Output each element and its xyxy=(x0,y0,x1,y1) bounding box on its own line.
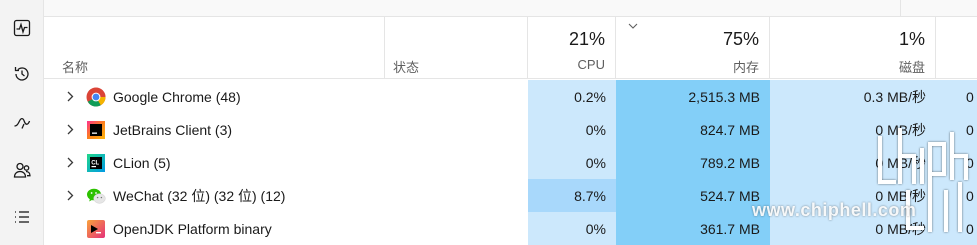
chiphell-logo xyxy=(878,128,968,232)
chrome-icon xyxy=(86,87,106,107)
memory-total-percent: 75% xyxy=(722,29,759,49)
users-icon xyxy=(13,162,31,178)
status-cell xyxy=(385,80,528,113)
toolbar-strip xyxy=(44,0,977,17)
process-name-cell: JetBrains Client (3) xyxy=(44,113,385,146)
disk-column-label: 磁盘 xyxy=(898,60,925,75)
expand-chevron-icon[interactable] xyxy=(64,124,76,136)
cpu-cell: 0% xyxy=(528,146,616,179)
sidebar xyxy=(0,0,44,245)
cpu-total-percent: 21% xyxy=(568,29,605,49)
nav-details-button[interactable] xyxy=(0,199,44,235)
status-cell xyxy=(385,179,528,212)
memory-column-header[interactable]: 75% 内存 xyxy=(616,17,770,79)
app-history-icon xyxy=(14,67,29,81)
cpu-cell: 0.2% xyxy=(528,80,616,113)
memory-cell: 361.7 MB xyxy=(616,212,770,245)
nav-app-history-button[interactable] xyxy=(0,56,44,92)
startup-apps-icon xyxy=(14,117,31,129)
process-name-cell: OpenJDK Platform binary xyxy=(44,212,385,245)
disk-cell: 0.3 MB/秒 xyxy=(770,80,936,113)
nav-users-button[interactable] xyxy=(0,152,44,188)
process-name-cell: WeChat (32 位) (32 位) (12) xyxy=(44,179,385,212)
expand-chevron-icon[interactable] xyxy=(64,190,76,202)
table-row[interactable]: CL CLion (5) 0% 789.2 MB 0 MB/秒 0 xyxy=(44,146,977,179)
wechat-icon xyxy=(86,186,106,206)
memory-cell: 2,515.3 MB xyxy=(616,80,770,113)
cpu-column-header[interactable]: 21% CPU xyxy=(528,17,616,79)
status-cell xyxy=(385,212,528,245)
column-header: 名称 状态 21% CPU 75% 内存 1% 磁盘 xyxy=(44,17,977,79)
process-name: CLion (5) xyxy=(113,154,171,171)
no-expand-spacer xyxy=(64,223,76,235)
process-name-cell: CL CLion (5) xyxy=(44,146,385,179)
sort-descending-icon xyxy=(628,23,638,29)
details-icon xyxy=(15,211,29,223)
watermark-text: www.chiphell.com xyxy=(752,200,917,220)
nav-performance-button[interactable] xyxy=(0,10,44,46)
disk-column-header[interactable]: 1% 磁盘 xyxy=(770,17,936,79)
clion-icon: CL xyxy=(86,153,106,173)
openjdk-icon xyxy=(86,219,106,239)
cpu-column-label: CPU xyxy=(577,57,605,72)
expand-chevron-icon[interactable] xyxy=(64,91,76,103)
memory-cell: 524.7 MB xyxy=(616,179,770,212)
status-column-label: 状态 xyxy=(393,60,420,75)
toolbar-divider xyxy=(900,0,901,17)
disk-total-percent: 1% xyxy=(898,29,925,49)
cpu-cell: 0% xyxy=(528,212,616,245)
process-name: OpenJDK Platform binary xyxy=(113,220,272,237)
status-cell xyxy=(385,113,528,146)
status-column-header[interactable]: 状态 xyxy=(385,17,528,79)
network-cell: 0 xyxy=(936,80,977,113)
cpu-cell: 8.7% xyxy=(528,179,616,212)
nav-startup-button[interactable] xyxy=(0,104,44,140)
memory-cell: 824.7 MB xyxy=(616,113,770,146)
name-column-header[interactable]: 名称 xyxy=(44,17,385,79)
performance-icon xyxy=(13,19,31,37)
jetbrains-client-icon xyxy=(86,120,106,140)
cpu-cell: 0% xyxy=(528,113,616,146)
status-cell xyxy=(385,146,528,179)
table-row[interactable]: Google Chrome (48) 0.2% 2,515.3 MB 0.3 M… xyxy=(44,80,977,113)
svg-text:CL: CL xyxy=(91,160,99,166)
memory-column-label: 内存 xyxy=(732,60,759,75)
network-column-header[interactable] xyxy=(936,17,977,79)
table-row[interactable]: JetBrains Client (3) 0% 824.7 MB 0 MB/秒 … xyxy=(44,113,977,146)
process-name-cell: Google Chrome (48) xyxy=(44,80,385,113)
memory-cell: 789.2 MB xyxy=(616,146,770,179)
process-name: Google Chrome (48) xyxy=(113,88,241,105)
expand-chevron-icon[interactable] xyxy=(64,157,76,169)
name-column-label: 名称 xyxy=(62,60,89,75)
process-name: JetBrains Client (3) xyxy=(113,121,233,138)
process-name: WeChat (32 位) (32 位) (12) xyxy=(113,187,286,204)
